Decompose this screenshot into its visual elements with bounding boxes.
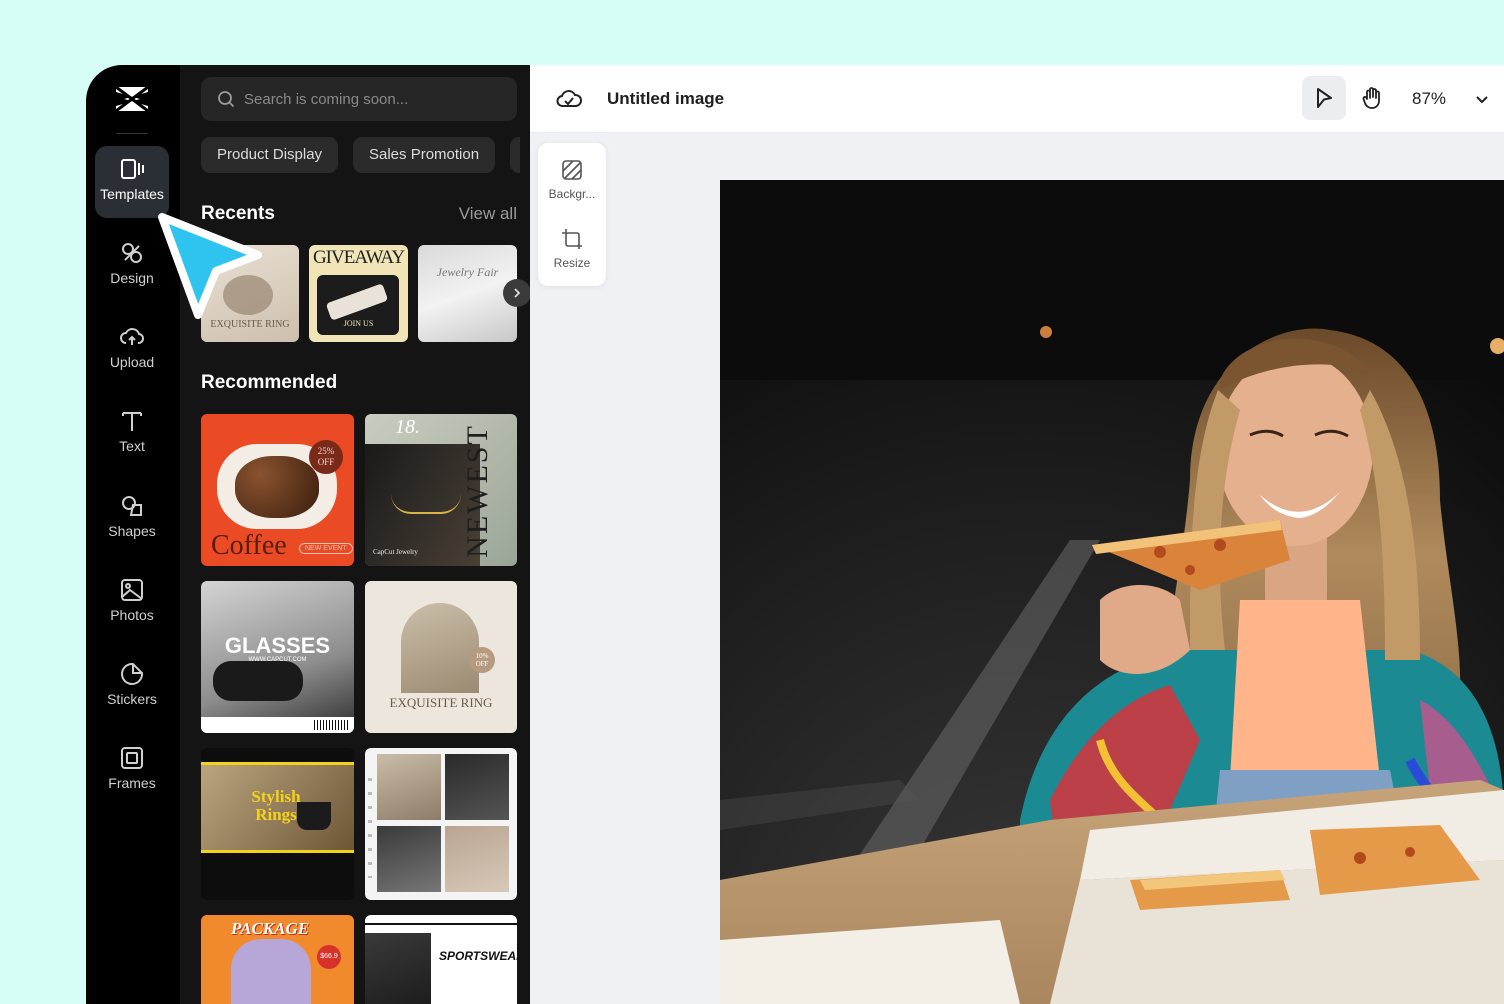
- chip-overflow[interactable]: [510, 137, 520, 173]
- chevron-down-icon[interactable]: [1474, 91, 1490, 107]
- card-text: EXQUISITE RING: [389, 695, 493, 710]
- sidebar-item-photos[interactable]: Photos: [95, 567, 169, 639]
- card-badge: 10% OFF: [469, 647, 495, 673]
- card-subtext: JOIN US: [343, 319, 374, 328]
- background-label: Backgr...: [548, 187, 596, 201]
- card-caption: CapCut Jewelry: [373, 548, 418, 556]
- sidebar-item-frames[interactable]: Frames: [95, 735, 169, 807]
- card-text: NEWEST: [461, 424, 495, 558]
- tutorial-cursor-icon: [158, 213, 262, 319]
- sidebar-item-label: Photos: [110, 607, 154, 623]
- photo-illustration: [720, 180, 1504, 1004]
- search-input[interactable]: Search is coming soon...: [201, 77, 517, 121]
- sidebar-item-label: Upload: [109, 354, 155, 370]
- recent-template-card[interactable]: GIVEAWAY JOIN US: [309, 245, 408, 342]
- shapes-icon: [122, 496, 142, 516]
- sidebar-item-text[interactable]: Text: [95, 398, 169, 470]
- recommended-template-card[interactable]: 10% OFF EXQUISITE RING: [365, 581, 517, 733]
- background-icon: [562, 160, 582, 180]
- top-bar: Untitled image 87%: [530, 65, 1504, 133]
- templates-icon: [121, 159, 144, 179]
- card-text: Jewelry Fair: [436, 265, 499, 279]
- resize-label: Resize: [553, 256, 591, 270]
- background-button[interactable]: Backgr...: [538, 159, 606, 201]
- recommended-template-card[interactable]: 18. CapCut Jewelry NEWEST: [365, 414, 517, 566]
- recommended-template-card[interactable]: GLASSES WWW.CAPCUT.COM: [201, 581, 354, 733]
- hand-icon: [1362, 87, 1380, 109]
- sidebar-item-shapes[interactable]: Shapes: [95, 483, 169, 555]
- sidebar-item-stickers[interactable]: Stickers: [95, 651, 169, 723]
- select-tool-button[interactable]: [1302, 76, 1346, 120]
- app-window: Templates Design Upload Text Shapes Phot…: [86, 65, 1504, 1004]
- search-placeholder: Search is coming soon...: [244, 90, 409, 108]
- upload-icon: [120, 328, 145, 345]
- search-icon: [218, 91, 235, 108]
- chip-sales-promotion[interactable]: Sales Promotion: [353, 137, 496, 173]
- floating-toolbar: Backgr... Resize: [538, 143, 606, 286]
- sidebar-item-label: Stickers: [107, 691, 157, 707]
- card-tag: NEW EVENT: [299, 543, 353, 554]
- carousel-next-button[interactable]: [503, 279, 530, 307]
- chip-product-display[interactable]: Product Display: [201, 137, 339, 173]
- zoom-level[interactable]: 87%: [1412, 89, 1446, 109]
- stickers-icon: [121, 663, 143, 685]
- recommended-template-card[interactable]: Stylish Rings: [201, 748, 354, 900]
- card-badge: $66.9: [317, 945, 341, 969]
- cloud-sync-icon[interactable]: [556, 87, 582, 111]
- card-caption: WWW.CAPCUT.COM: [248, 657, 307, 663]
- recommended-template-card[interactable]: SPORTSWEAR: [365, 915, 517, 1004]
- card-text: GLASSES: [224, 633, 331, 658]
- recommended-template-card[interactable]: 25% OFF Coffee NEW EVENT: [201, 414, 354, 566]
- sidebar-item-label: Frames: [108, 775, 156, 791]
- rail-divider: [116, 133, 148, 134]
- recommended-title: Recommended: [201, 372, 338, 393]
- frames-icon: [121, 747, 143, 769]
- card-text: Coffee: [211, 530, 287, 561]
- photos-icon: [121, 579, 143, 601]
- sidebar-item-label: Shapes: [108, 523, 156, 539]
- resize-button[interactable]: Resize: [538, 228, 606, 270]
- view-all-link[interactable]: View all: [459, 204, 517, 224]
- card-text: SPORTSWEAR: [439, 949, 517, 963]
- pointer-icon: [1317, 88, 1332, 108]
- card-text: PACKAGE: [231, 919, 310, 938]
- text-icon: [122, 412, 142, 431]
- card-number: 18.: [395, 416, 420, 438]
- recommended-template-card[interactable]: PACKAGE $66.9: [201, 915, 354, 1004]
- chevron-right-icon: [514, 288, 521, 298]
- recommended-template-card[interactable]: [365, 748, 517, 900]
- card-badge: 25% OFF: [309, 440, 343, 474]
- canvas-photo[interactable]: [720, 180, 1504, 1004]
- design-icon: [122, 243, 142, 263]
- card-text: GIVEAWAY: [312, 247, 405, 268]
- document-title[interactable]: Untitled image: [607, 89, 724, 109]
- resize-icon: [562, 229, 582, 249]
- sidebar-item-label: Templates: [100, 186, 164, 202]
- canvas-area[interactable]: Backgr... Resize: [530, 133, 1504, 1004]
- hand-tool-button[interactable]: [1350, 76, 1394, 120]
- capcut-logo: [115, 85, 149, 113]
- sidebar-item-label: Text: [119, 438, 145, 454]
- card-text: Stylish Rings: [251, 787, 301, 824]
